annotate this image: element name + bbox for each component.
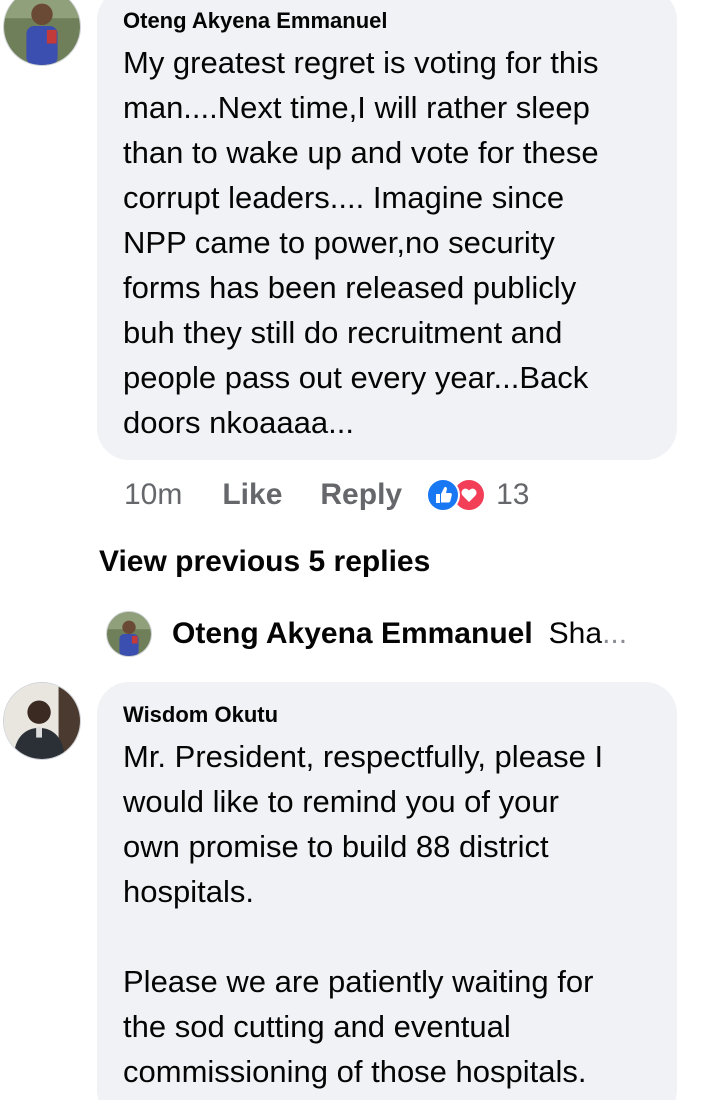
comment-bubble: Wisdom Okutu Mr. President, respectfully…: [97, 682, 677, 1100]
like-button[interactable]: Like: [222, 478, 282, 512]
reply-button[interactable]: Reply: [320, 478, 402, 512]
like-icon: [426, 478, 461, 512]
reply-author: Oteng Akyena Emmanuel: [172, 617, 533, 650]
reaction-count: 13: [496, 478, 530, 511]
comment-text: Mr. President, respectfully, please I wo…: [123, 739, 604, 1089]
comment-author[interactable]: Oteng Akyena Emmanuel: [123, 8, 651, 34]
view-previous-replies-link[interactable]: View previous 5 replies: [99, 545, 430, 579]
avatar: [106, 611, 152, 657]
avatar[interactable]: [3, 682, 81, 760]
comment-actions: 10m Like Reply 13: [124, 474, 529, 516]
avatar-photo: [107, 612, 151, 656]
reply-ellipsis: ...: [602, 617, 628, 650]
avatar-photo: [4, 0, 80, 65]
comment-bubble: Oteng Akyena Emmanuel My greatest regret…: [97, 0, 677, 460]
reply-preview[interactable]: Oteng Akyena Emmanuel Sha...: [106, 610, 666, 658]
comment-text: My greatest regret is voting for this ma…: [123, 45, 599, 440]
reply-snippet: Sha: [548, 617, 603, 650]
comment-author[interactable]: Wisdom Okutu: [123, 702, 651, 728]
avatar-photo: [4, 683, 80, 759]
reactions-summary[interactable]: 13: [426, 478, 529, 512]
avatar[interactable]: [3, 0, 81, 66]
comments-thread: Oteng Akyena Emmanuel My greatest regret…: [0, 0, 704, 1100]
comment-timestamp[interactable]: 10m: [124, 478, 182, 512]
